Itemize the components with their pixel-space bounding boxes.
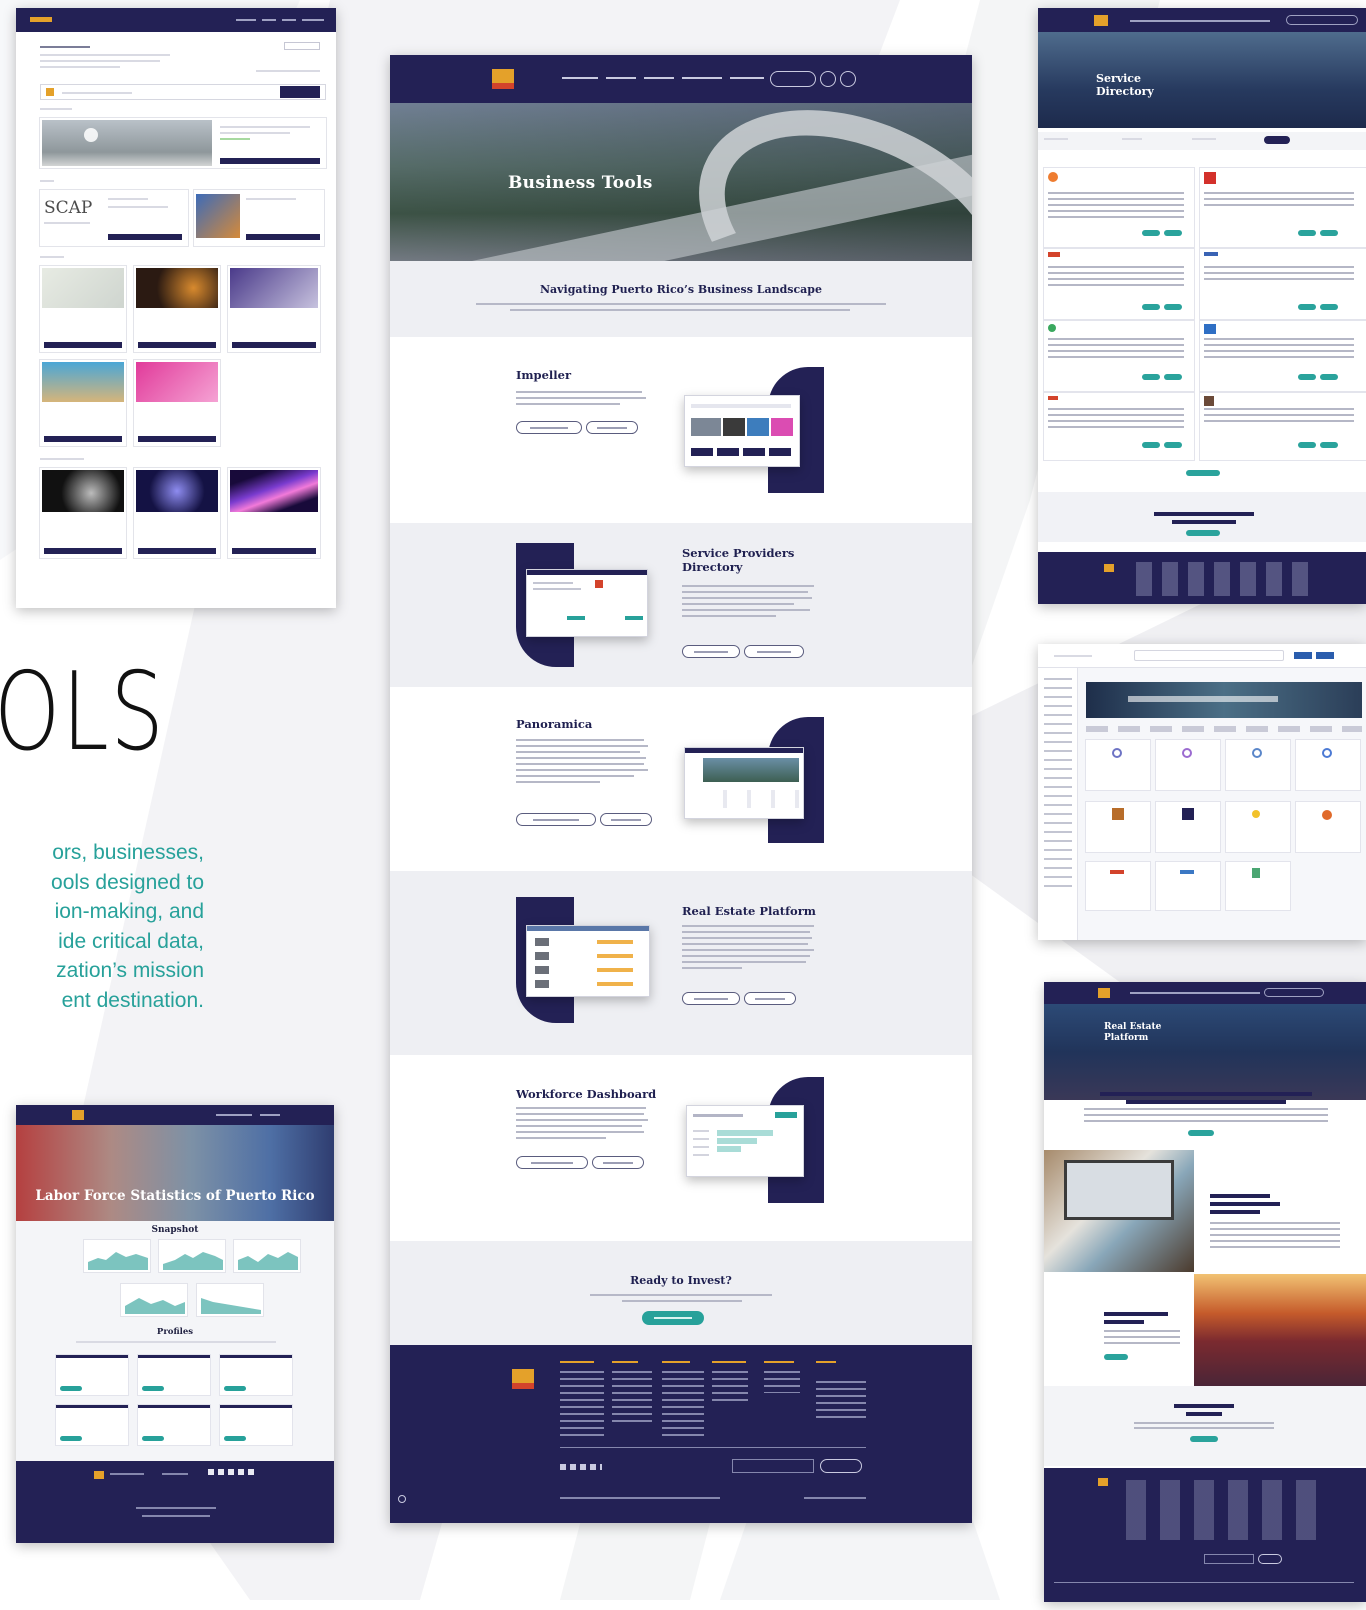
- nav-item[interactable]: [606, 77, 636, 79]
- brand-logo-icon: [30, 17, 52, 22]
- learn-more-button[interactable]: [108, 234, 182, 240]
- intro-line: ools designed to: [51, 870, 204, 894]
- brand-logo-icon: [512, 1369, 534, 1389]
- tool-title: Impeller: [516, 368, 572, 382]
- service-directory-screenshot: Service Directory: [1038, 8, 1366, 604]
- learn-more-button[interactable]: [220, 158, 320, 164]
- explore-now-button[interactable]: [682, 992, 740, 1005]
- stat-chart-card: [158, 1239, 226, 1273]
- hero-title-line: Service: [1096, 72, 1142, 85]
- learn-more-button[interactable]: [744, 992, 796, 1005]
- brand-logo-icon: [1094, 15, 1108, 26]
- intro-line: ent destination.: [61, 988, 204, 1012]
- profile-card[interactable]: [138, 1355, 210, 1395]
- learn-more-button[interactable]: [138, 436, 216, 442]
- intro-line: ide critical data,: [58, 929, 204, 953]
- load-more-button[interactable]: [1186, 470, 1220, 476]
- hero-title: Service Directory: [1096, 72, 1154, 98]
- workforce-preview: [686, 1105, 804, 1177]
- globe-icon[interactable]: [398, 1495, 406, 1503]
- stat-chart-card: [196, 1283, 264, 1317]
- learn-more-button[interactable]: [246, 234, 320, 240]
- impeller-preview: [684, 395, 800, 467]
- tool-title: Panoramica: [516, 717, 593, 731]
- page-heading: Navigating Puerto Rico’s Business Landsc…: [539, 283, 822, 296]
- hero-title: Real Estate Platform: [1104, 1022, 1161, 1044]
- find-providers-button[interactable]: [682, 645, 740, 658]
- learn-more-button[interactable]: [44, 436, 122, 442]
- go-to-impeller-button[interactable]: [516, 421, 582, 434]
- stat-chart-card: [120, 1283, 188, 1317]
- learn-more-button[interactable]: [232, 342, 316, 348]
- tool-title: Service Providers Directory: [682, 546, 794, 574]
- learn-more-button[interactable]: [138, 548, 216, 554]
- stat-chart-card: [233, 1239, 301, 1273]
- profile-card[interactable]: [138, 1405, 210, 1445]
- tool-title: Workforce Dashboard: [516, 1087, 657, 1101]
- intro-line: ion-making, and: [54, 900, 204, 924]
- snapshot-heading: Snapshot: [151, 1225, 199, 1235]
- brand-logo-icon: [1098, 988, 1110, 998]
- contact-us-button[interactable]: [642, 1311, 704, 1325]
- profile-card[interactable]: [220, 1355, 292, 1395]
- real-estate-platform-screenshot: Real Estate Platform: [1044, 982, 1366, 1602]
- nav-item[interactable]: [644, 77, 674, 79]
- stat-chart-card: [83, 1239, 151, 1273]
- search-input[interactable]: [1134, 650, 1284, 661]
- nav-item[interactable]: [730, 77, 764, 79]
- real-estate-preview: [526, 925, 650, 997]
- profiles-heading: Profiles: [156, 1327, 194, 1337]
- play-icon[interactable]: [84, 128, 98, 142]
- panoramica-preview: [684, 747, 804, 819]
- join-directory-button[interactable]: [744, 645, 804, 658]
- learn-more-button[interactable]: [586, 421, 638, 434]
- tool-title-line: Directory: [682, 560, 743, 574]
- learn-more-button[interactable]: [232, 548, 316, 554]
- nav-item[interactable]: [562, 77, 598, 79]
- intro-line: ors, businesses,: [52, 841, 204, 864]
- language-toggle[interactable]: [820, 71, 836, 87]
- learn-more-button[interactable]: [592, 1156, 644, 1169]
- brand-logo-icon[interactable]: [492, 69, 514, 89]
- learn-more-button[interactable]: [138, 342, 216, 348]
- subscribe-button[interactable]: [820, 1459, 862, 1473]
- search-icon[interactable]: [840, 71, 856, 87]
- brand-logo-icon: [72, 1110, 84, 1120]
- top-nav: [390, 55, 972, 103]
- labor-force-screenshot: Labor Force Statistics of Puerto Rico Sn…: [16, 1105, 334, 1543]
- learn-more-button[interactable]: [600, 813, 652, 826]
- hero-title-line: Directory: [1096, 85, 1154, 98]
- tool-title: Real Estate Platform: [682, 904, 816, 918]
- business-tools-page: Business Tools Navigating Puerto Rico’s …: [390, 55, 972, 1523]
- search-icon: [46, 88, 54, 96]
- intro-text: ors, businesses, ools designed to ion-ma…: [0, 838, 204, 1016]
- search-button[interactable]: [280, 86, 320, 98]
- hero-banner: [390, 103, 972, 261]
- explore-ecosystem-button[interactable]: [516, 813, 596, 826]
- impeller-marketplace-screenshot: SCAP: [16, 8, 336, 608]
- nav-item[interactable]: [682, 77, 722, 79]
- listing-image: [42, 120, 212, 166]
- hero-title-line: Real Estate: [1104, 1022, 1162, 1032]
- hero-title-line: Platform: [1104, 1033, 1149, 1043]
- social-icons[interactable]: [560, 1464, 602, 1470]
- contact-button[interactable]: [770, 71, 816, 87]
- panoramica-screenshot: [1038, 644, 1366, 940]
- section-title-tools: OLS: [0, 650, 166, 775]
- intro-line: zation’s mission: [56, 959, 204, 983]
- newsletter-email-input[interactable]: [732, 1459, 814, 1473]
- directory-preview: [526, 569, 648, 637]
- cta-heading: Ready to Invest?: [630, 1274, 732, 1287]
- hero-title: Labor Force Statistics of Puerto Rico: [35, 1188, 315, 1204]
- profile-card[interactable]: [56, 1355, 128, 1395]
- scap-logo: SCAP: [44, 198, 93, 218]
- learn-more-button[interactable]: [44, 342, 122, 348]
- explore-dashboard-button[interactable]: [516, 1156, 588, 1169]
- learn-more-button[interactable]: [44, 548, 122, 554]
- hero-title: Business Tools: [508, 173, 653, 193]
- profile-card[interactable]: [56, 1405, 128, 1445]
- profile-card[interactable]: [220, 1405, 292, 1445]
- tool-title-line: Service Providers: [682, 546, 795, 560]
